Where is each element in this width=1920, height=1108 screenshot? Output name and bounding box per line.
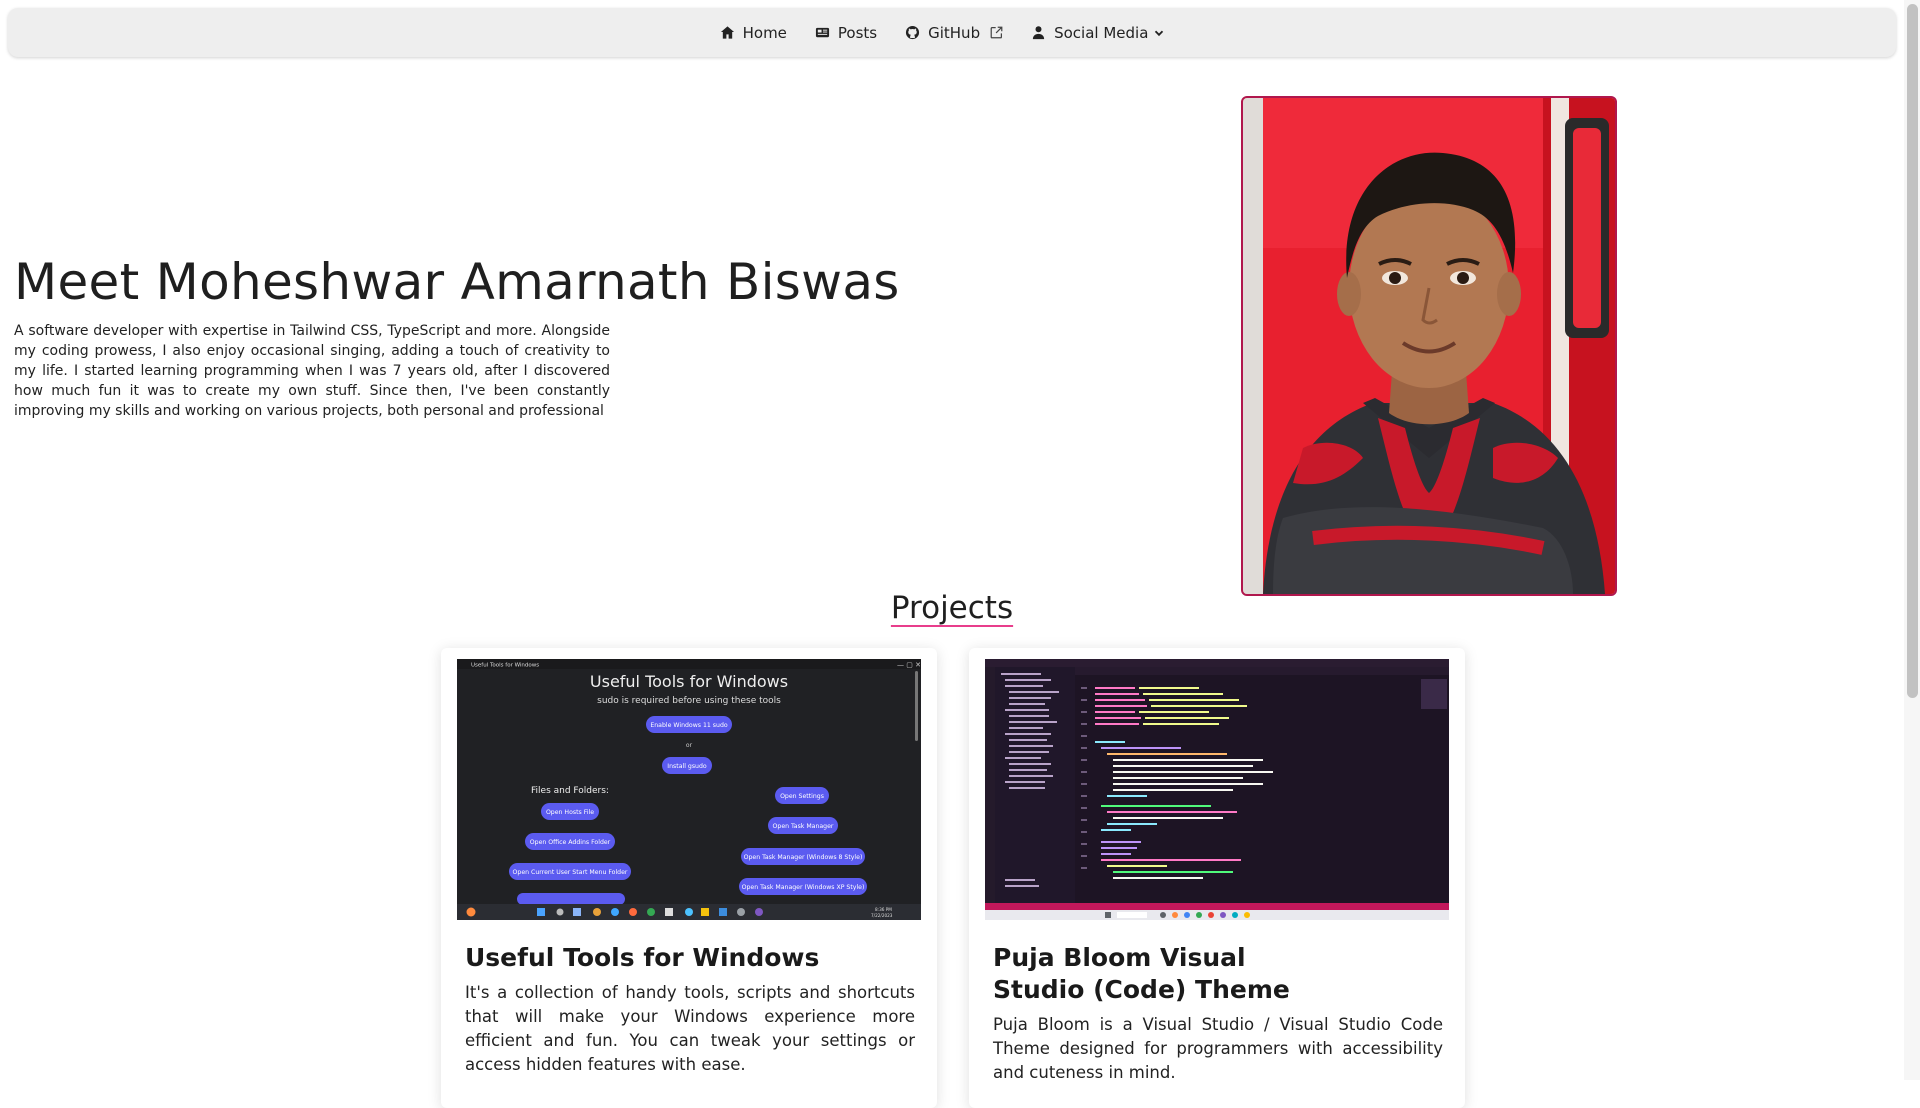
hero-description: A software developer with expertise in T… bbox=[14, 323, 610, 419]
project-title: Useful Tools for Windows bbox=[465, 943, 820, 972]
nav-posts-label: Posts bbox=[837, 23, 878, 42]
nav-posts-link[interactable]: Posts bbox=[813, 20, 879, 46]
hero-title: Meet Moheshwar Amarnath Biswas bbox=[14, 253, 900, 311]
svg-text:— ▢ ✕: — ▢ ✕ bbox=[897, 661, 921, 669]
project-card-useful-tools[interactable]: Useful Tools for Windows — ▢ ✕ Useful To… bbox=[441, 648, 937, 1108]
page-scrollbar[interactable] bbox=[1904, 0, 1920, 1080]
nav-home-label: Home bbox=[742, 23, 787, 42]
install-gsudo-button: Install gsudo bbox=[667, 763, 707, 770]
profile-photo bbox=[1241, 96, 1617, 596]
open-task-manager-button: Open Task Manager bbox=[773, 823, 834, 830]
top-navbar: Home Posts GitHub Social Media bbox=[8, 8, 1896, 57]
open-start-menu-folder-button: Open Current User Start Menu Folder bbox=[513, 869, 628, 876]
project-card-puja-bloom[interactable]: Puja Bloom Visual Studio (Code) Theme Pu… bbox=[969, 648, 1465, 1108]
nav-social-media-label: Social Media bbox=[1054, 23, 1149, 42]
open-hosts-button: Open Hosts File bbox=[546, 809, 594, 816]
home-icon bbox=[720, 26, 734, 39]
tool-subheading: sudo is required before using these tool… bbox=[597, 696, 781, 706]
open-office-addins-button: Open Office Addins Folder bbox=[530, 839, 611, 846]
open-task-manager-win8-button: Open Task Manager (Windows 8 Style) bbox=[744, 854, 863, 861]
project-description: It's a collection of handy tools, script… bbox=[465, 983, 915, 1074]
taskbar-date: 7/22/2023 bbox=[871, 913, 893, 918]
user-icon bbox=[1032, 26, 1045, 40]
files-folders-label: Files and Folders: bbox=[531, 786, 609, 796]
nav-social-media-dropdown[interactable]: Social Media bbox=[1029, 20, 1166, 46]
project-title: Puja Bloom Visual Studio (Code) Theme bbox=[993, 943, 1290, 1004]
or-text: or bbox=[686, 742, 693, 749]
nav-github-label: GitHub bbox=[928, 23, 981, 42]
open-settings-button: Open Settings bbox=[780, 793, 824, 800]
taskbar-time: 8:36 PM bbox=[875, 907, 892, 912]
external-link-icon bbox=[990, 26, 1003, 39]
projects-heading: Projects bbox=[0, 590, 1904, 626]
projects-heading-text: Projects bbox=[890, 590, 1014, 626]
project-description: Puja Bloom is a Visual Studio / Visual S… bbox=[993, 1015, 1443, 1082]
nav-home-link[interactable]: Home bbox=[718, 20, 789, 46]
newspaper-icon bbox=[815, 27, 829, 38]
scrollbar-thumb[interactable] bbox=[1907, 4, 1918, 698]
profile-photo-illustration bbox=[1243, 98, 1615, 594]
nav-links: Home Posts GitHub Social Media bbox=[718, 20, 1167, 46]
chevron-down-icon bbox=[1155, 30, 1164, 36]
project-screenshot-puja-bloom bbox=[985, 659, 1449, 920]
window-title: Useful Tools for Windows bbox=[471, 663, 539, 669]
nav-github-link[interactable]: GitHub bbox=[903, 20, 1005, 46]
project-screenshot-useful-tools: Useful Tools for Windows — ▢ ✕ Useful To… bbox=[457, 659, 921, 920]
github-icon bbox=[906, 25, 920, 40]
enable-sudo-button: Enable Windows 11 sudo bbox=[650, 722, 728, 729]
open-task-manager-xp-button: Open Task Manager (Windows XP Style) bbox=[742, 884, 865, 891]
tool-heading: Useful Tools for Windows bbox=[590, 672, 788, 691]
